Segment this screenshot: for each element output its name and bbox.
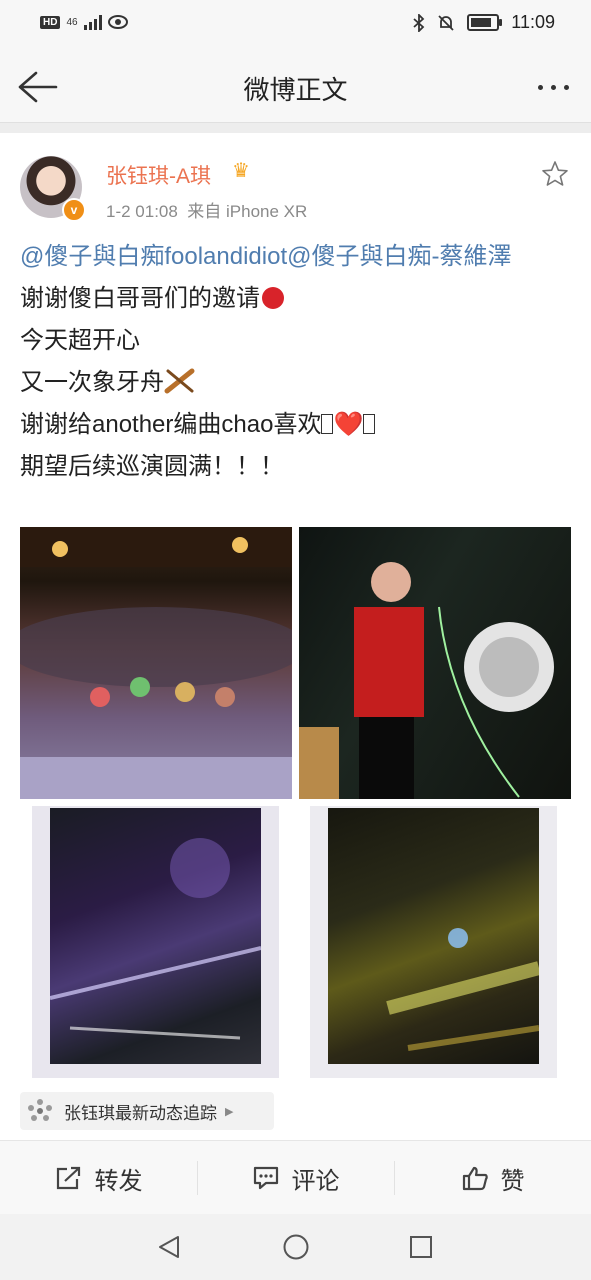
eye-icon	[107, 15, 128, 29]
missing-glyph-icon	[321, 414, 334, 434]
status-right: 11:09	[413, 12, 555, 33]
repost-button[interactable]: 转发	[0, 1141, 197, 1215]
post-source: 来自 iPhone XR	[187, 202, 308, 221]
photo-1-art	[20, 527, 292, 799]
post-text: @傻子與白痴foolandidiot@傻子與白痴-蔡維澤 谢谢傻白哥哥们的邀请 …	[20, 236, 572, 488]
clock: 11:09	[511, 12, 555, 32]
page-title: 微博正文	[243, 75, 348, 105]
topic-chip-label: 张钰琪最新动态追踪	[64, 1103, 217, 1123]
topic-chip[interactable]: 张钰琪最新动态追踪 ▶	[20, 1092, 274, 1130]
photo-3-inner	[49, 808, 262, 1064]
system-nav-bar	[0, 1214, 591, 1280]
cluster-icon	[28, 1099, 52, 1123]
sys-back-icon[interactable]	[156, 1234, 182, 1260]
post-line-4: 谢谢给another编曲chao喜欢 ❤️	[20, 404, 572, 446]
sys-recent-icon[interactable]	[408, 1234, 434, 1260]
post-line-3: 又一次象牙舟	[20, 362, 572, 404]
author-name[interactable]: 张钰琪-A琪	[106, 160, 211, 190]
repost-icon	[56, 1166, 80, 1190]
like-label: 赞	[500, 1167, 525, 1195]
photo-3[interactable]	[32, 806, 279, 1078]
photo-4[interactable]	[310, 806, 557, 1078]
apple-emoji-icon	[262, 287, 284, 309]
network-type: 46	[66, 16, 78, 28]
like-icon	[462, 1166, 488, 1191]
action-bar: 转发 评论 赞	[0, 1140, 591, 1215]
star-icon[interactable]	[541, 160, 569, 188]
status-left: HD 46	[40, 14, 128, 30]
heart-emoji-icon: ❤️	[333, 411, 364, 438]
battery-icon	[467, 14, 503, 31]
bluetooth-icon	[413, 13, 425, 32]
signal-icon	[83, 14, 102, 30]
photo-2-art	[299, 562, 554, 799]
crown-icon: ♛	[232, 160, 250, 182]
status-bar: HD 46 11:09	[0, 0, 591, 52]
photo-4-inner	[328, 808, 541, 1064]
chevron-right-icon: ▶	[225, 1105, 234, 1118]
repost-label: 转发	[94, 1167, 143, 1195]
mute-bell-icon	[438, 14, 454, 31]
verified-badge-icon: v	[62, 198, 86, 222]
canoe-emoji-icon	[164, 368, 195, 394]
comment-icon	[253, 1166, 278, 1190]
photo-1[interactable]	[20, 527, 292, 799]
like-button[interactable]: 赞	[394, 1141, 591, 1215]
post-line-5: 期望后续巡演圆满！！！	[20, 453, 284, 480]
post-line-1: 谢谢傻白哥哥们的邀请	[20, 278, 572, 320]
comment-label: 评论	[291, 1167, 340, 1195]
photo-2[interactable]	[299, 527, 571, 799]
nav-divider	[0, 122, 591, 133]
more-icon[interactable]	[529, 68, 577, 106]
missing-glyph-icon	[363, 414, 376, 434]
nav-bar: 微博正文	[0, 52, 591, 122]
sys-home-icon[interactable]	[282, 1233, 310, 1261]
post-time: 1-2 01:08	[106, 202, 178, 221]
post-line-2: 今天超开心	[20, 327, 140, 354]
post-meta: 1-2 01:08 来自 iPhone XR	[106, 197, 307, 222]
comment-button[interactable]: 评论	[197, 1141, 394, 1215]
hd-badge: HD	[40, 15, 61, 29]
mention-links[interactable]: @傻子與白痴foolandidiot@傻子與白痴-蔡維澤	[20, 236, 572, 278]
